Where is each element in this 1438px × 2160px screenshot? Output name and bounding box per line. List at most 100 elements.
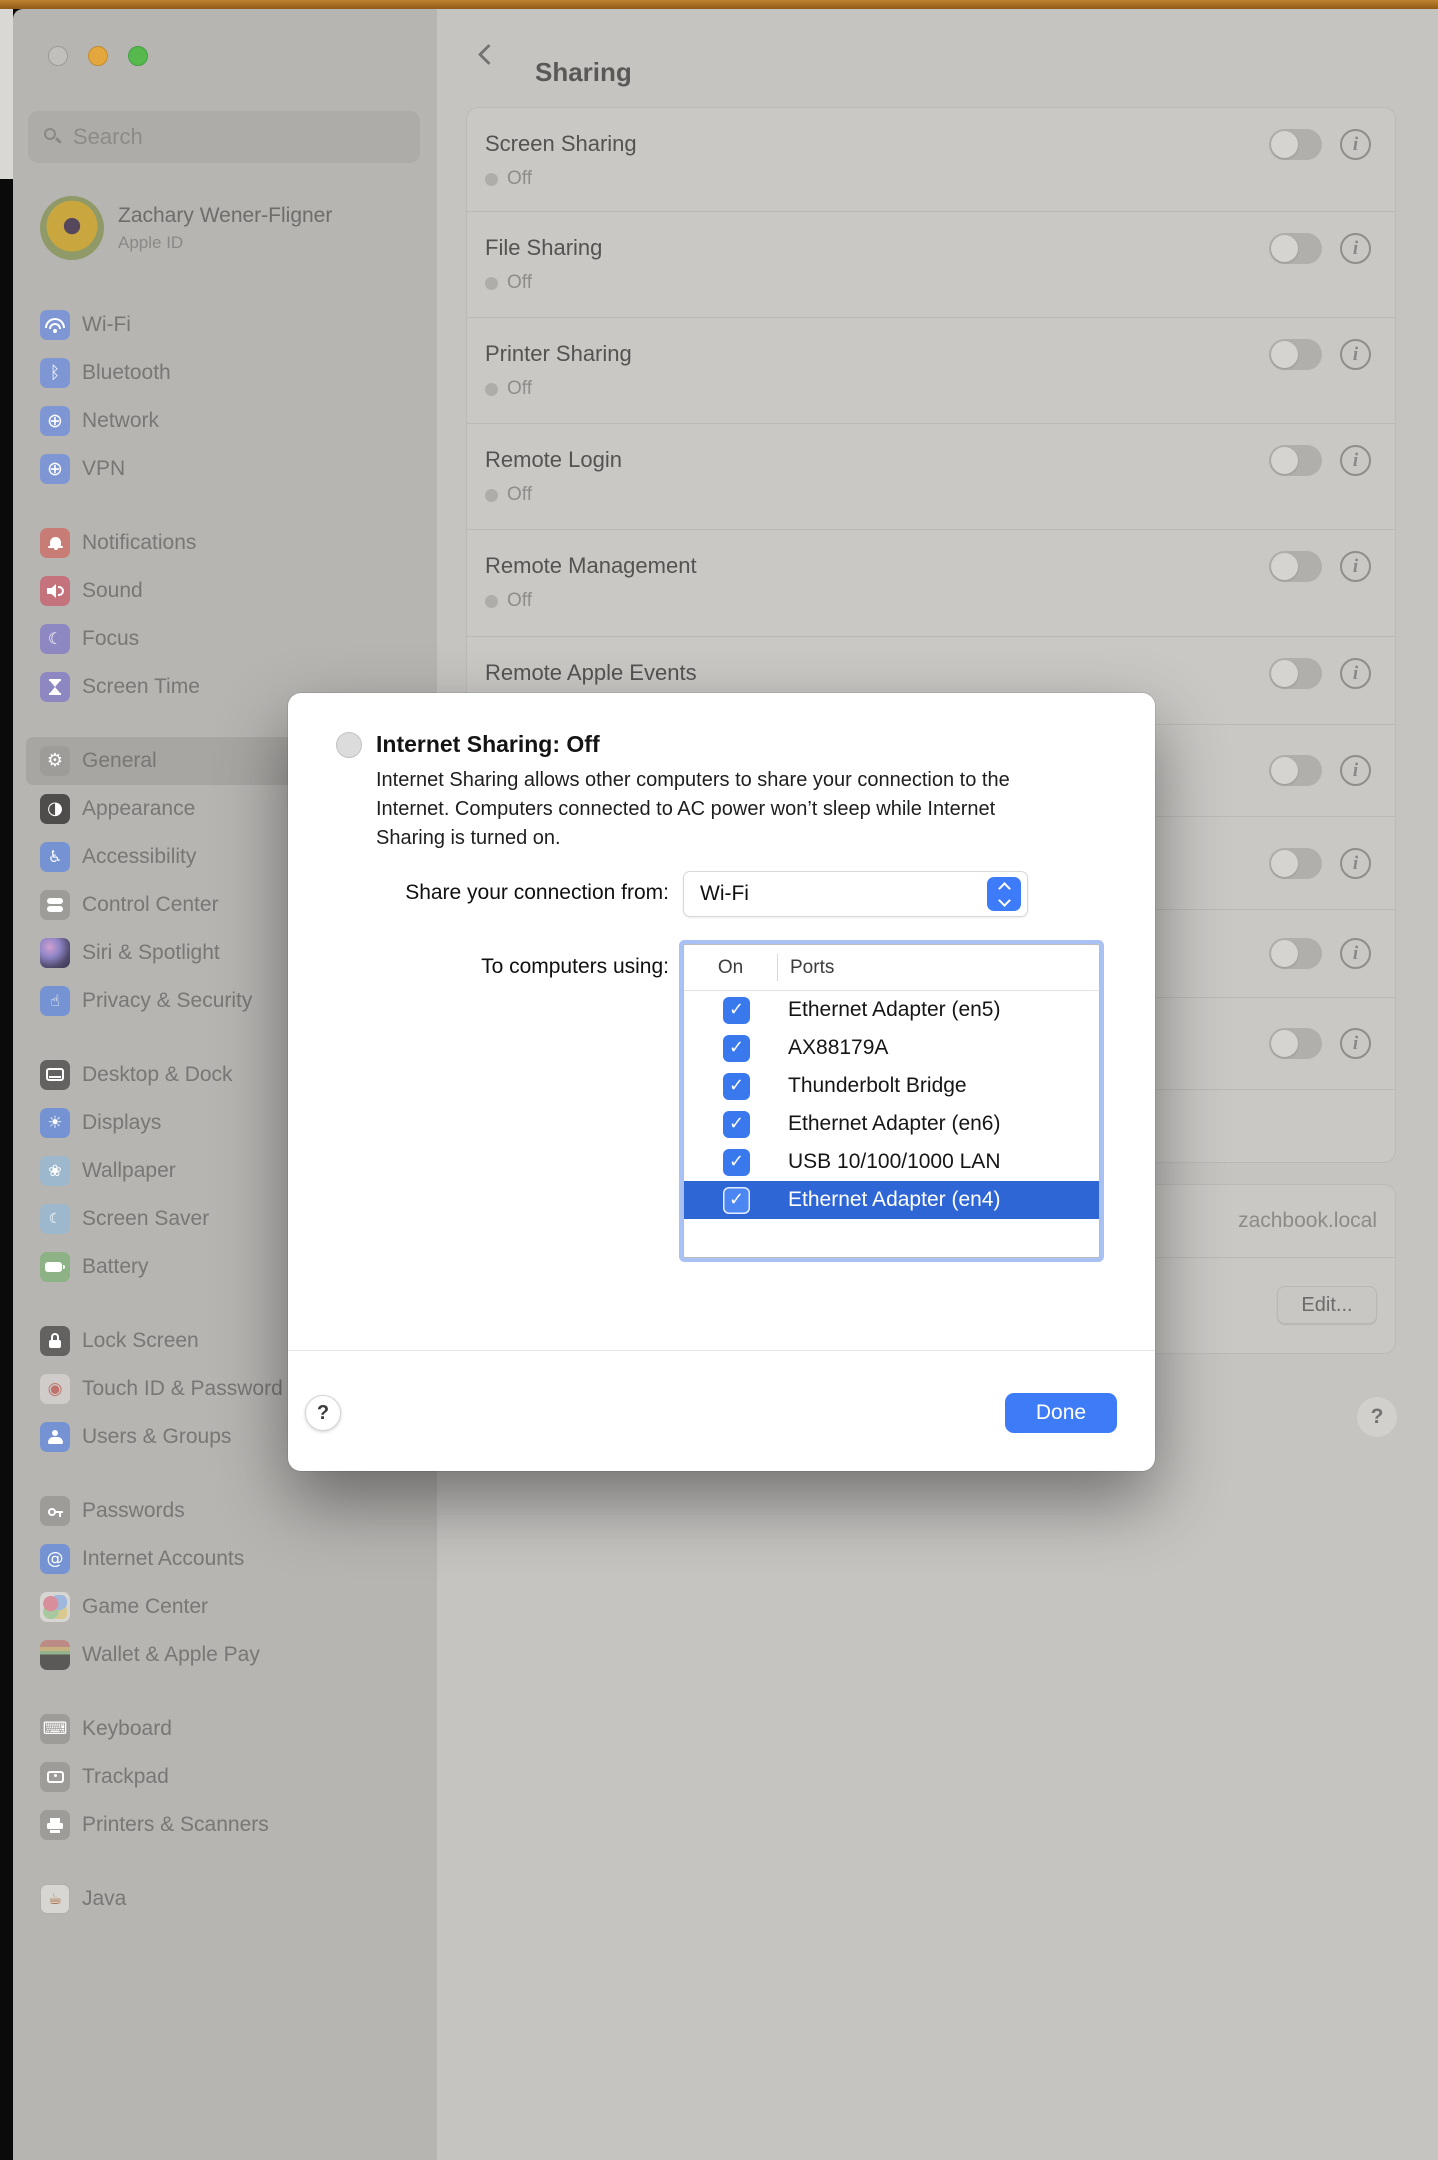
port-row[interactable]: ✓Ethernet Adapter (en6)	[684, 1105, 1099, 1143]
status-dot-icon	[485, 595, 498, 608]
hostname-value: zachbook.local	[1238, 1209, 1377, 1233]
checkmark-icon: ✓	[729, 1039, 744, 1057]
sidebar-item-internet-accounts[interactable]: @ Internet Accounts	[26, 1535, 424, 1583]
checkbox[interactable]: ✓	[723, 1149, 750, 1176]
sidebar-item-bluetooth[interactable]: ᛒBluetooth	[26, 349, 424, 397]
info-icon[interactable]: i	[1340, 848, 1371, 879]
sidebar-item-printers-scanners[interactable]: Printers & Scanners	[26, 1801, 424, 1849]
back-chevron-icon[interactable]	[478, 44, 499, 65]
checkbox[interactable]: ✓	[723, 997, 750, 1024]
info-icon[interactable]: i	[1340, 339, 1371, 370]
status-dot-icon	[485, 173, 498, 186]
service-toggle[interactable]	[1269, 129, 1322, 160]
service-toggle[interactable]	[1269, 938, 1322, 969]
status-text: Off	[507, 484, 532, 506]
sidebar-item-vpn[interactable]: ⊕VPN	[26, 445, 424, 493]
checkbox[interactable]: ✓	[723, 1187, 750, 1214]
checkbox[interactable]: ✓	[723, 1035, 750, 1062]
service-toggle[interactable]	[1269, 233, 1322, 264]
info-icon[interactable]: i	[1340, 755, 1371, 786]
keyboard-icon: ⌨	[40, 1714, 70, 1744]
service-toggle[interactable]	[1269, 658, 1322, 689]
sidebar-item-wifi[interactable]: Wi-Fi	[26, 301, 424, 349]
sidebar-item-java[interactable]: ☕Java	[26, 1875, 424, 1923]
row-controls: i	[1269, 551, 1371, 582]
status-dot-icon	[485, 489, 498, 502]
done-button[interactable]: Done	[1005, 1393, 1117, 1433]
info-icon[interactable]: i	[1340, 551, 1371, 582]
service-toggle[interactable]	[1269, 445, 1322, 476]
ports-table-body: ✓ Ethernet Adapter (en5) ✓ AX88179A ✓Thunder…	[684, 991, 1099, 1219]
page-title: Sharing	[535, 57, 632, 88]
sidebar-item-passwords[interactable]: Passwords	[26, 1487, 424, 1535]
apple-id-row[interactable]: Zachary Wener-Fligner Apple ID	[40, 196, 332, 260]
internet-accounts-icon: @	[40, 1544, 70, 1574]
dialog-description: Internet Sharing allows other computers …	[376, 766, 1052, 853]
sidebar-item-label: Displays	[82, 1111, 161, 1135]
sidebar-item-game-center[interactable]: Game Center	[26, 1583, 424, 1631]
checkbox[interactable]: ✓	[723, 1073, 750, 1100]
zoom-button[interactable]	[128, 46, 148, 66]
traffic-lights	[48, 46, 148, 66]
battery-icon	[40, 1252, 70, 1282]
search-input[interactable]: Search	[28, 111, 420, 163]
row-controls: i	[1269, 938, 1371, 969]
info-icon[interactable]: i	[1340, 938, 1371, 969]
info-icon[interactable]: i	[1340, 1028, 1371, 1059]
service-title: Remote Login	[485, 446, 1395, 473]
info-icon[interactable]: i	[1340, 129, 1371, 160]
sidebar-item-label: Screen Time	[82, 675, 200, 699]
port-label: Ethernet Adapter (en5)	[788, 998, 1000, 1022]
service-row: Screen SharingOffi	[467, 108, 1395, 212]
port-row[interactable]: ✓Thunderbolt Bridge	[684, 1067, 1099, 1105]
row-controls: i	[1269, 848, 1371, 879]
info-icon[interactable]: i	[1340, 658, 1371, 689]
sidebar-item-label: Appearance	[82, 797, 195, 821]
help-button[interactable]: ?	[1357, 1397, 1397, 1437]
info-icon[interactable]: i	[1340, 445, 1371, 476]
info-glyph: i	[1353, 664, 1358, 683]
sidebar-item-focus[interactable]: ☾Focus	[26, 615, 424, 663]
service-toggle[interactable]	[1269, 551, 1322, 582]
port-row[interactable]: ✓ Ethernet Adapter (en5)	[684, 991, 1099, 1029]
users-groups-icon	[40, 1422, 70, 1452]
port-row[interactable]: ✓USB 10/100/1000 LAN	[684, 1143, 1099, 1181]
minimize-button[interactable]	[88, 46, 108, 66]
port-row[interactable]: ✓Ethernet Adapter (en4)	[684, 1181, 1099, 1219]
sidebar-item-label: Battery	[82, 1255, 149, 1279]
port-row[interactable]: ✓ AX88179A	[684, 1029, 1099, 1067]
dialog-footer-divider	[288, 1350, 1155, 1351]
sidebar-item-label: Game Center	[82, 1595, 208, 1619]
sidebar-item-wallet[interactable]: Wallet & Apple Pay	[26, 1631, 424, 1679]
share-from-select[interactable]: Wi-Fi	[683, 871, 1028, 917]
sidebar-item-label: Touch ID & Password	[82, 1377, 283, 1401]
service-toggle[interactable]	[1269, 339, 1322, 370]
service-toggle[interactable]	[1269, 848, 1322, 879]
close-button[interactable]	[48, 46, 68, 66]
port-label: AX88179A	[788, 1036, 888, 1060]
sidebar-item-keyboard[interactable]: ⌨Keyboard	[26, 1705, 424, 1753]
sidebar-item-label: Trackpad	[82, 1765, 169, 1789]
sidebar-item-sound[interactable]: Sound	[26, 567, 424, 615]
info-icon[interactable]: i	[1340, 233, 1371, 264]
service-row: File SharingOffi	[467, 212, 1395, 318]
dialog-help-button[interactable]: ?	[305, 1395, 341, 1431]
edit-button[interactable]: Edit...	[1277, 1286, 1377, 1324]
wallpaper-icon: ❀	[40, 1156, 70, 1186]
service-toggle[interactable]	[1269, 755, 1322, 786]
info-glyph: i	[1353, 557, 1358, 576]
service-toggle[interactable]	[1269, 1028, 1322, 1059]
row-controls: i	[1269, 129, 1371, 160]
row-controls: i	[1269, 1028, 1371, 1059]
sidebar-item-network[interactable]: ⊕Network	[26, 397, 424, 445]
checkbox[interactable]: ✓	[723, 1111, 750, 1138]
sidebar-item-label: Wallet & Apple Pay	[82, 1643, 260, 1667]
service-title: Remote Management	[485, 552, 1395, 579]
printers-scanners-icon	[40, 1810, 70, 1840]
trackpad-icon	[40, 1762, 70, 1792]
sidebar-item-notifications[interactable]: Notifications	[26, 519, 424, 567]
sidebar-item-trackpad[interactable]: Trackpad	[26, 1753, 424, 1801]
sidebar-item-label: Internet Accounts	[82, 1547, 244, 1571]
sidebar-item-label: Java	[82, 1887, 126, 1911]
service-status: Off	[485, 272, 1395, 294]
